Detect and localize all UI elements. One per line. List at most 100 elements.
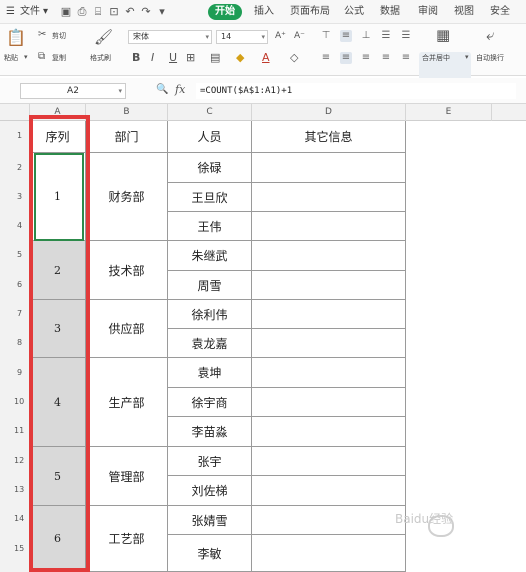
- header-cell-other-info[interactable]: 其它信息: [252, 121, 406, 153]
- tab-formulas[interactable]: 公式: [344, 4, 364, 20]
- fill-color-icon[interactable]: ◆: [236, 52, 244, 63]
- person-cell[interactable]: 李苗淼: [168, 417, 252, 447]
- column-header-c[interactable]: C: [168, 104, 252, 121]
- info-cell[interactable]: [252, 476, 406, 506]
- save-icon[interactable]: ▣: [60, 5, 72, 18]
- seq-cell[interactable]: 2: [30, 241, 86, 300]
- paste-button[interactable]: 粘贴: [4, 54, 18, 63]
- person-cell[interactable]: 李敏: [168, 535, 252, 572]
- select-all-corner[interactable]: [0, 104, 30, 121]
- header-cell-dept[interactable]: 部门: [86, 121, 168, 153]
- tab-home[interactable]: 开始: [208, 4, 242, 20]
- info-cell[interactable]: [252, 153, 406, 183]
- person-cell[interactable]: 徐碌: [168, 153, 252, 183]
- undo-icon[interactable]: ↶: [124, 5, 136, 18]
- header-cell-seq[interactable]: 序列: [30, 121, 86, 153]
- tab-data[interactable]: 数据: [380, 4, 400, 20]
- chevron-down-icon[interactable]: ▾: [465, 54, 469, 61]
- tab-page-layout[interactable]: 页面布局: [290, 4, 330, 20]
- dept-cell[interactable]: 供应部: [86, 300, 168, 358]
- seq-cell[interactable]: 3: [30, 300, 86, 358]
- name-box[interactable]: A2 ▾: [20, 83, 126, 99]
- underline-button[interactable]: U: [169, 52, 177, 63]
- column-header-b[interactable]: B: [86, 104, 168, 121]
- redo-icon[interactable]: ↷: [140, 5, 152, 18]
- dept-cell[interactable]: 财务部: [86, 153, 168, 241]
- wrap-text-button[interactable]: 自动换行: [476, 54, 504, 63]
- tab-security[interactable]: 安全: [490, 4, 510, 20]
- export-pdf-icon[interactable]: ⎙: [76, 5, 88, 18]
- tab-insert[interactable]: 插入: [254, 4, 274, 20]
- person-cell[interactable]: 王旦欣: [168, 183, 252, 212]
- fx-icon[interactable]: fx: [175, 83, 185, 96]
- info-cell[interactable]: [252, 388, 406, 417]
- hamburger-icon[interactable]: ☰: [6, 4, 15, 20]
- copy-icon[interactable]: ⧉: [38, 52, 45, 62]
- person-cell[interactable]: 周雪: [168, 271, 252, 300]
- row-header[interactable]: 9: [0, 367, 30, 378]
- person-cell[interactable]: 袁龙嘉: [168, 329, 252, 358]
- dept-cell[interactable]: 生产部: [86, 358, 168, 447]
- person-cell[interactable]: 张宇: [168, 447, 252, 476]
- row-header[interactable]: 13: [0, 484, 30, 495]
- info-cell[interactable]: [252, 183, 406, 212]
- row-header[interactable]: 10: [0, 396, 30, 407]
- align-center-icon[interactable]: ≡: [340, 52, 352, 64]
- distributed-icon[interactable]: ≡: [400, 52, 412, 64]
- header-cell-person[interactable]: 人员: [168, 121, 252, 153]
- person-cell[interactable]: 刘佐梯: [168, 476, 252, 506]
- align-left-icon[interactable]: ≡: [320, 52, 332, 64]
- copy-button[interactable]: 复制: [52, 54, 66, 63]
- info-cell[interactable]: [252, 241, 406, 271]
- column-header-e[interactable]: E: [406, 104, 492, 121]
- indent-icon[interactable]: ☰: [380, 30, 392, 42]
- row-header[interactable]: 11: [0, 425, 30, 436]
- person-cell[interactable]: 徐宇商: [168, 388, 252, 417]
- row-header[interactable]: 4: [0, 220, 30, 231]
- italic-button[interactable]: I: [151, 52, 154, 63]
- font-grow-button[interactable]: A⁺: [275, 32, 286, 41]
- justify-icon[interactable]: ≡: [380, 52, 392, 64]
- print-icon[interactable]: ⌸: [92, 5, 104, 18]
- info-cell[interactable]: [252, 329, 406, 358]
- column-header-d[interactable]: D: [252, 104, 406, 121]
- row-header[interactable]: 2: [0, 162, 30, 173]
- outdent-icon[interactable]: ☰: [400, 30, 412, 42]
- info-cell[interactable]: [252, 447, 406, 476]
- row-header[interactable]: 15: [0, 543, 30, 554]
- clear-format-icon[interactable]: ◇: [290, 52, 298, 63]
- seq-cell[interactable]: 6: [30, 506, 86, 572]
- person-cell[interactable]: 王伟: [168, 212, 252, 241]
- info-cell[interactable]: [252, 358, 406, 388]
- person-cell[interactable]: 徐利伟: [168, 300, 252, 329]
- formula-input[interactable]: =COUNT($A$1:A1)+1: [196, 83, 516, 99]
- info-cell[interactable]: [252, 300, 406, 329]
- format-painter-button[interactable]: 格式刷: [90, 54, 111, 63]
- seq-cell[interactable]: 4: [30, 358, 86, 447]
- zoom-icon[interactable]: 🔍: [156, 84, 168, 95]
- align-middle-icon[interactable]: ≡: [340, 30, 352, 42]
- cell-style-icon[interactable]: ▤: [210, 52, 220, 63]
- seq-cell[interactable]: 1: [30, 153, 86, 241]
- chevron-down-icon[interactable]: ▾: [24, 54, 28, 61]
- tab-view[interactable]: 视图: [454, 4, 474, 20]
- row-header[interactable]: 6: [0, 279, 30, 290]
- font-name-select[interactable]: 宋体 ▾: [128, 30, 212, 44]
- print-preview-icon[interactable]: ⊡: [108, 5, 120, 18]
- format-painter-icon[interactable]: 🖌: [94, 30, 113, 45]
- dept-cell[interactable]: 技术部: [86, 241, 168, 300]
- row-header[interactable]: 12: [0, 455, 30, 466]
- align-right-icon[interactable]: ≡: [360, 52, 372, 64]
- info-cell[interactable]: [252, 212, 406, 241]
- person-cell[interactable]: 朱继武: [168, 241, 252, 271]
- row-header[interactable]: 5: [0, 249, 30, 260]
- row-header[interactable]: 14: [0, 513, 30, 524]
- scissors-icon[interactable]: ✂: [38, 30, 46, 40]
- wrap-text-icon[interactable]: ⤶: [486, 28, 494, 43]
- font-shrink-button[interactable]: A⁻: [294, 32, 305, 41]
- align-bottom-icon[interactable]: ⊥: [360, 30, 372, 42]
- row-header[interactable]: 8: [0, 337, 30, 348]
- tab-review[interactable]: 审阅: [418, 4, 438, 20]
- cut-button[interactable]: 剪切: [52, 32, 66, 41]
- row-header[interactable]: 7: [0, 308, 30, 319]
